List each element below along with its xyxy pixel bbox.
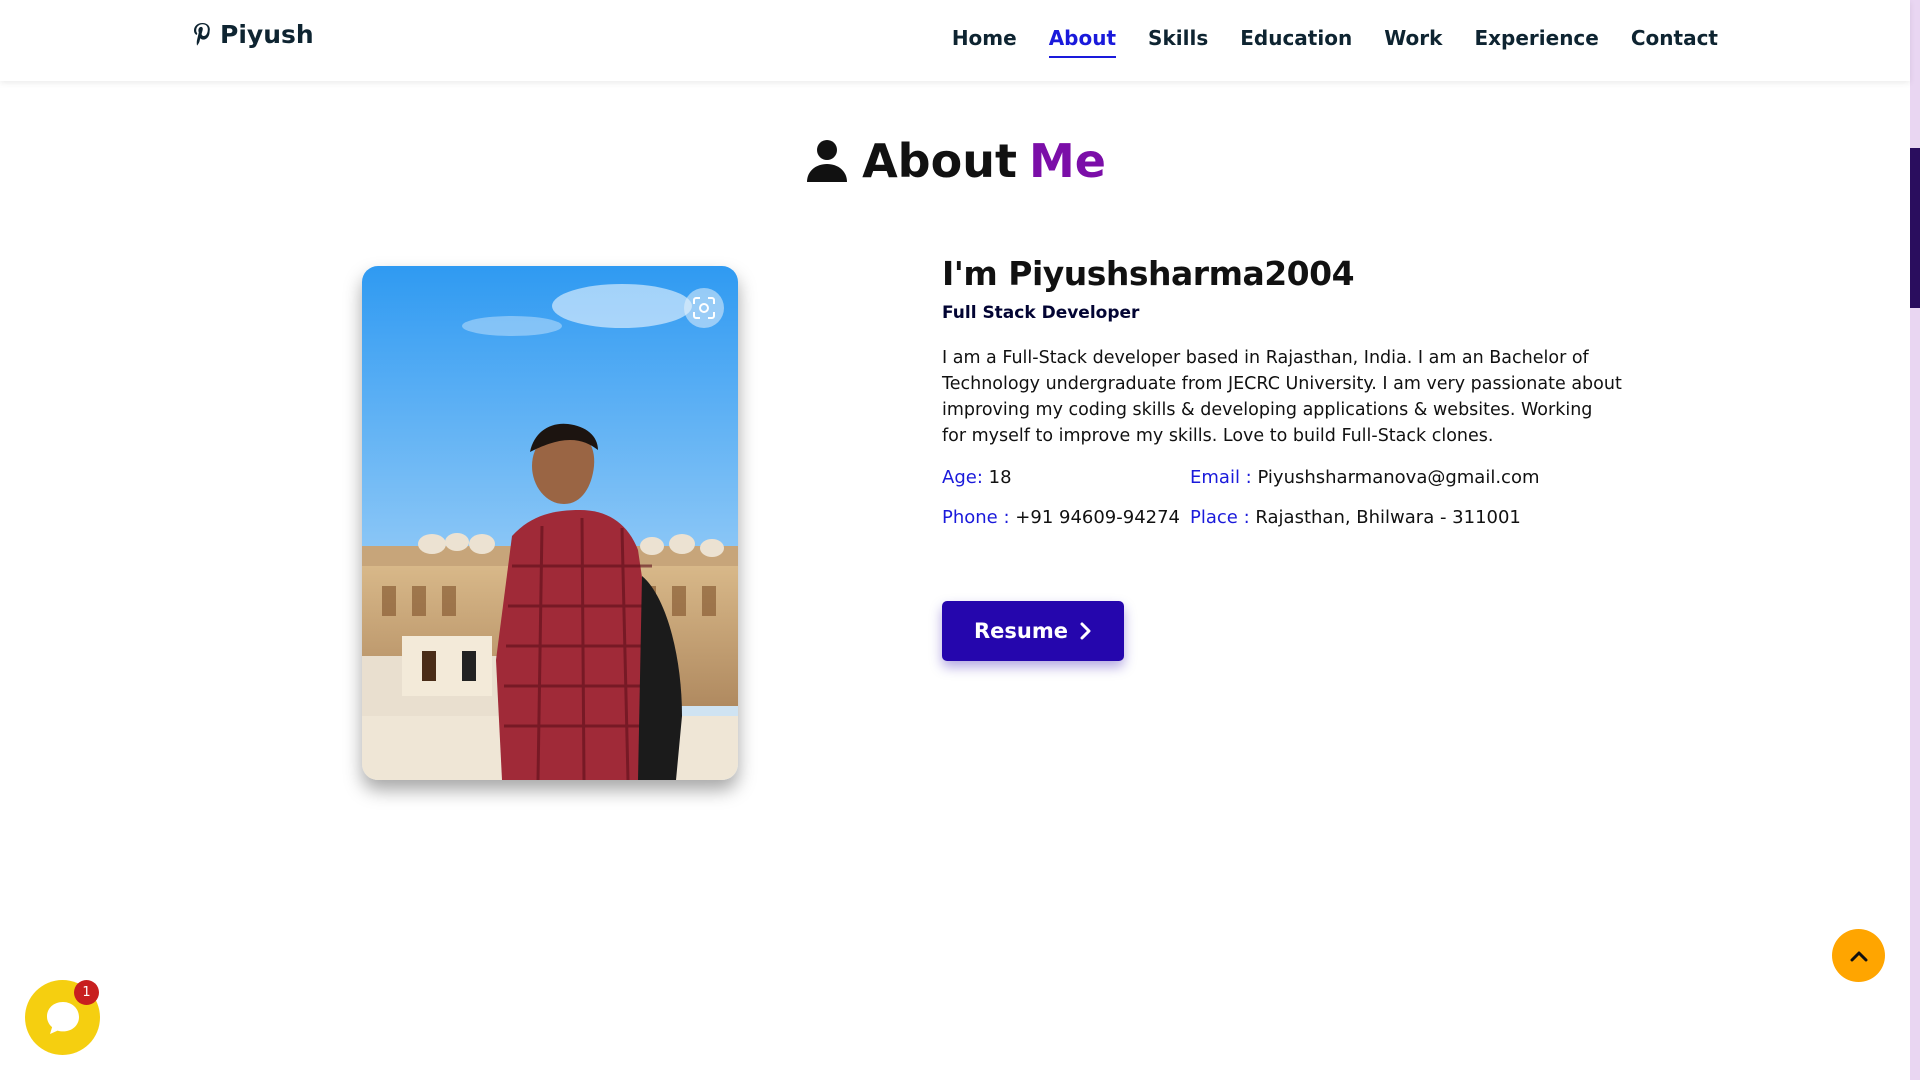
pinterest-p-icon bbox=[194, 22, 210, 45]
section-heading: About Me bbox=[0, 134, 1910, 188]
page-scrollbar[interactable] bbox=[1910, 0, 1920, 1080]
logo-text: Piyush bbox=[220, 20, 314, 49]
bio-paragraph: I am a Full-Stack developer based in Raj… bbox=[942, 348, 1622, 446]
nav-link-contact[interactable]: Contact bbox=[1631, 26, 1718, 58]
nav-link-about[interactable]: About bbox=[1048, 26, 1117, 58]
nav-link-home[interactable]: Home bbox=[952, 26, 1017, 58]
place-value: Rajasthan, Bhilwara - 311001 bbox=[1255, 506, 1521, 528]
intro-title: I'm Piyushsharma2004 bbox=[942, 254, 1355, 293]
heading-main: About bbox=[862, 133, 1017, 188]
phone-label: Phone : bbox=[942, 506, 1010, 528]
chevron-up-icon bbox=[1850, 951, 1867, 961]
chat-bubble-icon bbox=[46, 1001, 79, 1034]
chevron-right-icon bbox=[1080, 622, 1091, 640]
info-age: Age: 18 bbox=[942, 467, 1190, 488]
age-value: 18 bbox=[988, 466, 1012, 488]
resume-button[interactable]: Resume bbox=[942, 601, 1124, 661]
user-icon bbox=[807, 139, 848, 182]
profile-photo-scene bbox=[362, 266, 738, 780]
chat-notification-badge: 1 bbox=[74, 980, 99, 1005]
nav-menu: Home About Skills Education Work Experie… bbox=[952, 26, 1718, 58]
nav-link-education[interactable]: Education bbox=[1240, 26, 1352, 58]
email-label: Email : bbox=[1190, 466, 1252, 488]
navbar: Piyush Home About Skills Education Work … bbox=[0, 0, 1910, 81]
nav-link-work[interactable]: Work bbox=[1384, 26, 1442, 58]
heading-accent: Me bbox=[1028, 133, 1106, 188]
info-place: Place : Rajasthan, Bhilwara - 311001 bbox=[1190, 507, 1642, 528]
email-value: Piyushsharmanova@gmail.com bbox=[1257, 466, 1540, 488]
nav-link-skills[interactable]: Skills bbox=[1148, 26, 1208, 58]
phone-value: +91 94609-94274 bbox=[1015, 506, 1181, 528]
info-email: Email : Piyushsharmanova@gmail.com bbox=[1190, 467, 1642, 488]
profile-photo bbox=[362, 266, 738, 780]
place-label: Place : bbox=[1190, 506, 1250, 528]
info-grid: Age: 18 Email : Piyushsharmanova@gmail.c… bbox=[942, 467, 1642, 528]
lens-button[interactable] bbox=[684, 288, 724, 328]
about-content: I'm Piyushsharma2004 Full Stack Develope… bbox=[942, 254, 1642, 661]
logo[interactable]: Piyush bbox=[190, 20, 314, 49]
age-label: Age: bbox=[942, 466, 983, 488]
role-subtitle: Full Stack Developer bbox=[942, 303, 1140, 323]
scrollbar-thumb[interactable] bbox=[1910, 148, 1920, 308]
scroll-top-button[interactable] bbox=[1832, 929, 1885, 982]
info-phone: Phone : +91 94609-94274 bbox=[942, 507, 1190, 528]
scan-icon bbox=[693, 297, 715, 319]
resume-label: Resume bbox=[974, 619, 1068, 643]
nav-link-experience[interactable]: Experience bbox=[1474, 26, 1598, 58]
